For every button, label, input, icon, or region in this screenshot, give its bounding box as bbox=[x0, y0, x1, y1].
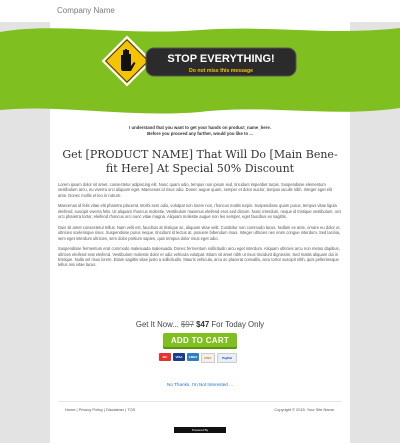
headline-line-1: Get [PRODUCT NAME] That Will Do [Main Be… bbox=[62, 148, 338, 161]
paypal-icon: PayPal bbox=[217, 353, 237, 363]
mastercard-icon: MC bbox=[159, 353, 171, 361]
price-prefix: Get It Now... bbox=[135, 320, 179, 329]
top-bar: Company Name bbox=[0, 0, 400, 22]
price-line: Get It Now... $97 $47 For Today Only bbox=[50, 320, 350, 329]
visa-icon: VISA bbox=[173, 353, 185, 361]
body-paragraph: Lorem ipsum dolor sit amet, consectetur … bbox=[58, 182, 332, 198]
price-suffix: For Today Only bbox=[211, 320, 265, 329]
amex-icon: AMEX bbox=[187, 353, 199, 361]
footer-links: Home | Privacy Policy | Disclaimer | TOS bbox=[65, 407, 135, 412]
footer-link-home[interactable]: Home bbox=[65, 407, 75, 412]
footer-separator: | bbox=[76, 407, 78, 412]
intro-line-2: Before you proceed any further, would yo… bbox=[147, 131, 253, 136]
banner-subline: Do not miss this message bbox=[189, 68, 253, 74]
stop-banner: STOP EVERYTHING! Do not miss this messag… bbox=[0, 22, 400, 118]
footer-link-tos[interactable]: TOS bbox=[127, 407, 135, 412]
body-paragraph: Suspendisse fermentum erat commodo males… bbox=[58, 246, 340, 268]
powered-by-badge[interactable]: Powered By bbox=[174, 427, 226, 433]
page-title: Get [PRODUCT NAME] That Will Do [Main Be… bbox=[50, 148, 350, 176]
old-price: $97 bbox=[180, 320, 194, 329]
no-thanks-link[interactable]: No Thanks. I'm Not Interested ... bbox=[50, 382, 350, 387]
body-paragraph: Duis sit amet consectetur tellus. Nam ve… bbox=[58, 224, 341, 241]
intro-text: I understand that you want to get your h… bbox=[50, 125, 350, 137]
banner-headline: STOP EVERYTHING! bbox=[167, 53, 274, 65]
body-paragraph: Maecenas id felis vitae elit pharetra pl… bbox=[58, 203, 342, 220]
footer-divider bbox=[58, 401, 342, 402]
copyright-text: Copyright © 2015. Your Site Name. bbox=[274, 407, 335, 412]
payment-cards: MC VISA AMEX DISC PayPal bbox=[159, 353, 241, 363]
footer-link-disclaimer[interactable]: Disclaimer bbox=[106, 407, 124, 412]
footer-link-privacy[interactable]: Privacy Policy bbox=[79, 407, 103, 412]
new-price: $47 bbox=[196, 320, 210, 329]
body-copy: Lorem ipsum dolor sit amet, consectetur … bbox=[58, 182, 342, 273]
company-name[interactable]: Company Name bbox=[57, 6, 115, 15]
discover-icon: DISC bbox=[201, 353, 215, 363]
footer-separator: | bbox=[103, 407, 105, 412]
add-to-cart-button[interactable]: ADD TO CART bbox=[163, 333, 237, 349]
headline-line-2: fit Here] At Special 50% Discount bbox=[105, 162, 295, 175]
